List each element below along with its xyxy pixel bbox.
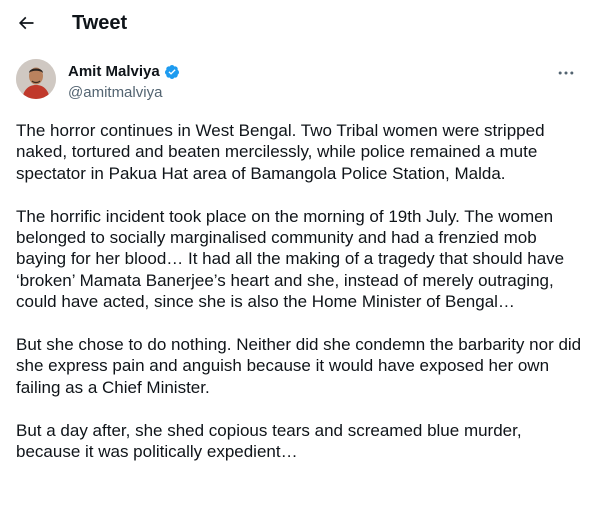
author-handle[interactable]: @amitmalviya [68,83,180,102]
arrow-left-icon[interactable] [16,13,36,33]
verified-badge-icon [164,64,179,79]
more-horizontal-icon[interactable] [556,63,576,83]
tweet-author: Amit Malviya @amitmalviya [0,59,592,111]
author-names: Amit Malviya @amitmalviya [68,62,180,102]
tweet-paragraph: But she chose to do nothing. Neither did… [16,335,582,397]
tweet-header: Tweet [0,0,592,46]
tweet-paragraph: But a day after, she shed copious tears … [16,420,522,462]
tweet-text: The horror continues in West Bengal. Two… [16,120,582,484]
avatar-image [16,59,56,99]
display-name[interactable]: Amit Malviya [68,62,160,81]
tweet-paragraph: The horror continues in West Bengal. Two… [16,121,545,183]
avatar[interactable] [16,59,56,99]
tweet-paragraph: The horrific incident took place on the … [16,206,565,312]
page-title: Tweet [72,12,128,34]
display-name-row: Amit Malviya [68,62,180,81]
